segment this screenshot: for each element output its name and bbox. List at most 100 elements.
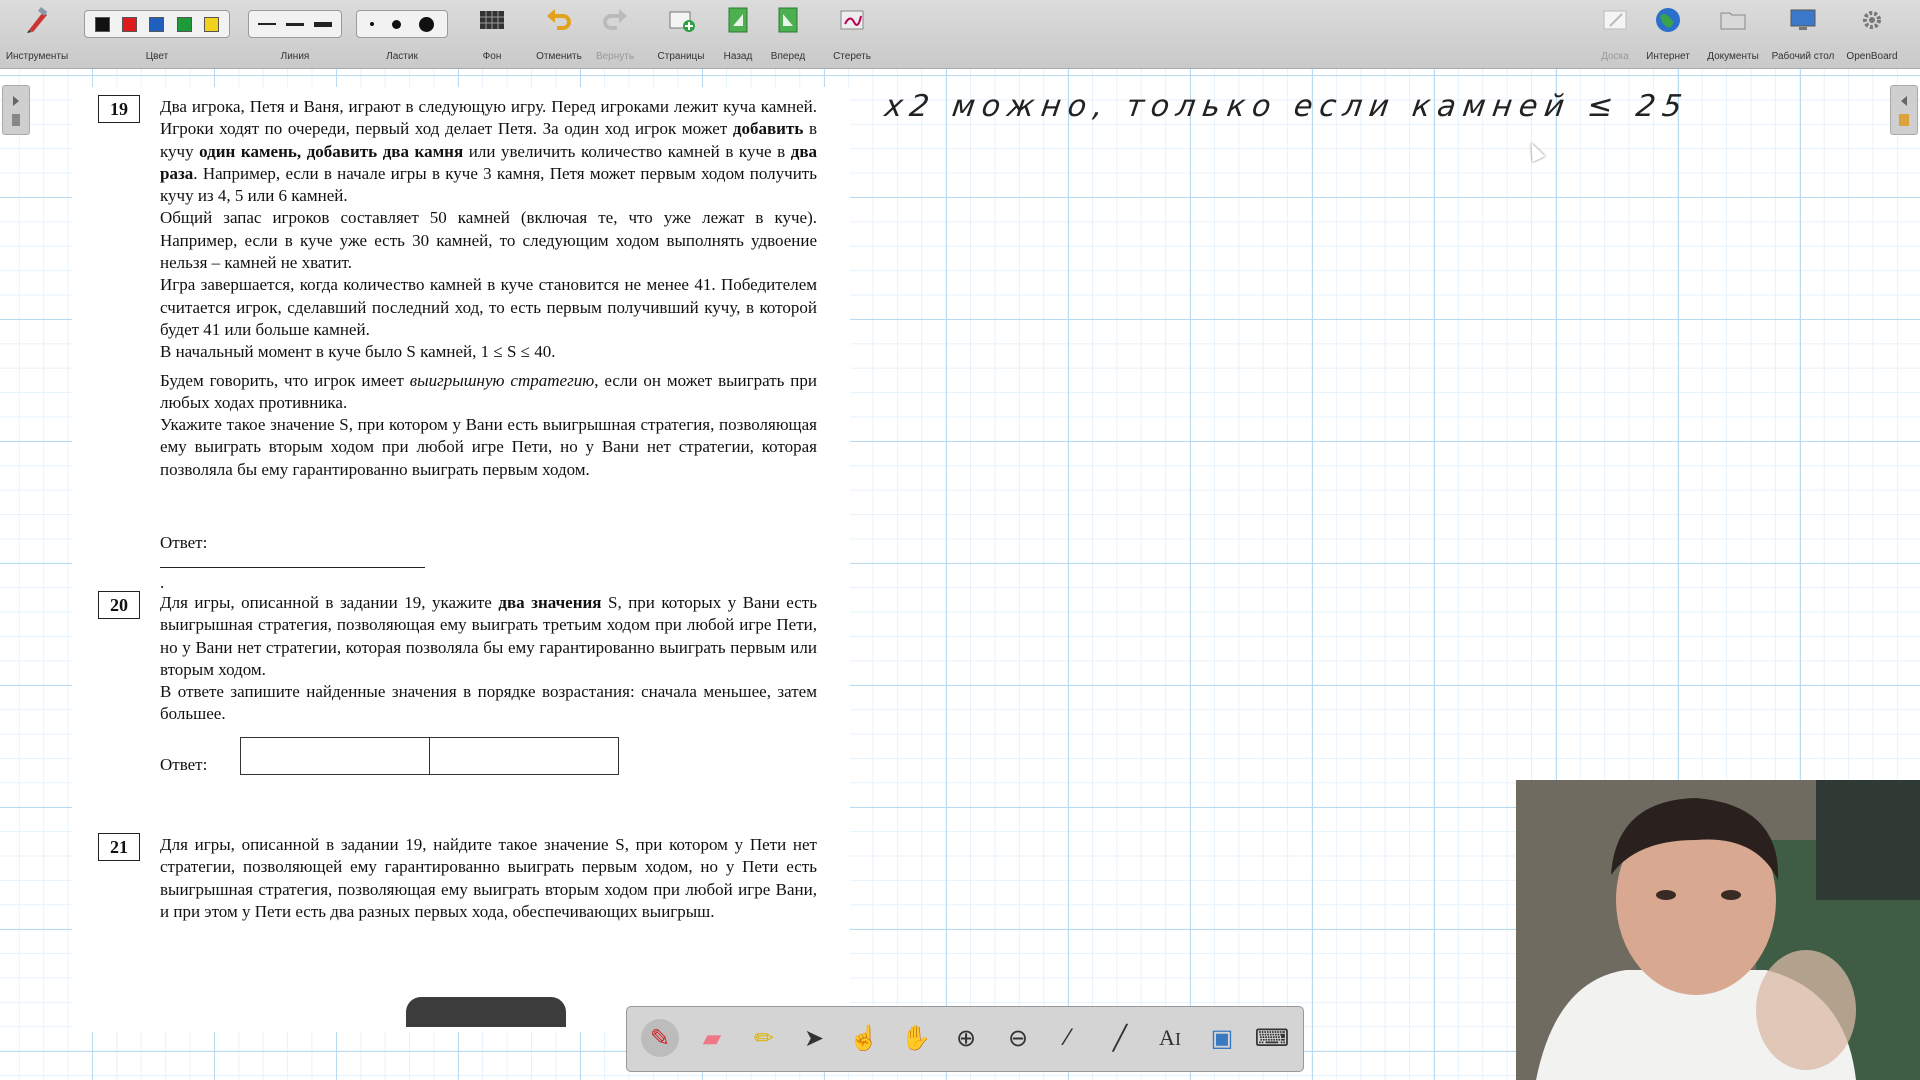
- left-panel-toggle[interactable]: [2, 85, 30, 135]
- desktop-button[interactable]: Рабочий стол: [1766, 0, 1840, 68]
- internet-button[interactable]: Интернет: [1640, 0, 1696, 68]
- openboard-button[interactable]: OpenBoard: [1842, 0, 1902, 68]
- task-20-answer-label: Ответ:: [160, 755, 208, 774]
- desktop-label: Рабочий стол: [1771, 51, 1835, 62]
- document-page: 19 Два игрока, Петя и Ваня, играют в сле…: [72, 87, 850, 1032]
- text-tool-button[interactable]: AI: [1151, 1019, 1189, 1057]
- background-label: Фон: [482, 51, 502, 62]
- pen-tools-icon: [27, 6, 48, 33]
- back-label: Назад: [723, 51, 753, 62]
- globe-icon: [1656, 8, 1680, 32]
- color-group: Цвет: [84, 0, 230, 68]
- erase-button[interactable]: Стереть: [824, 0, 880, 68]
- folder-icon: [1720, 12, 1746, 30]
- previous-page-icon: [728, 7, 748, 33]
- eraser-group: Ластик: [356, 0, 448, 68]
- redo-icon: [603, 9, 627, 30]
- forward-button[interactable]: Вперед: [766, 0, 810, 68]
- presenter-video-image: [1516, 780, 1920, 1080]
- zoom-out-button[interactable]: ⊖: [999, 1019, 1037, 1057]
- pan-tool-button[interactable]: ✋: [897, 1019, 935, 1057]
- right-panel-toggle[interactable]: [1890, 85, 1918, 135]
- handwritten-annotation: x2 можно, только если камней ≤ 25: [882, 89, 1691, 124]
- line-group: Линия: [248, 0, 342, 68]
- erase-label: Стереть: [833, 51, 871, 62]
- clear-board-icon: [840, 10, 864, 30]
- marker-tool-button[interactable]: ✏: [745, 1019, 783, 1057]
- color-palette: [84, 10, 230, 38]
- keyboard-button[interactable]: ⌨: [1253, 1019, 1291, 1057]
- undo-button[interactable]: Отменить: [530, 0, 588, 68]
- task-19-text: Два игрока, Петя и Ваня, играют в следую…: [160, 97, 818, 479]
- gear-icon: [1863, 11, 1881, 29]
- board-button[interactable]: Доска: [1594, 0, 1636, 68]
- undo-icon: [547, 9, 571, 30]
- eraser-icon: ▰: [702, 1024, 722, 1052]
- desktop-monitor-icon: [1790, 9, 1816, 30]
- task-number-19: 19: [98, 95, 140, 123]
- redo-label: Вернуть: [595, 51, 635, 62]
- keyboard-icon: ⌨: [1254, 1024, 1290, 1052]
- zoom-in-icon: ⊕: [955, 1024, 977, 1052]
- undo-label: Отменить: [536, 51, 582, 62]
- openboard-label: OpenBoard: [1846, 51, 1898, 62]
- pointing-hand-icon: ☝: [849, 1024, 879, 1052]
- task-number-20: 20: [98, 591, 140, 619]
- screen-capture-icon: ▣: [1210, 1024, 1234, 1052]
- arrow-pointer-icon: ➤: [803, 1024, 825, 1052]
- tools-button[interactable]: Инструменты: [0, 0, 74, 68]
- line-tool-button[interactable]: ╱: [1101, 1019, 1139, 1057]
- main-toolbar: Инструменты Цвет Линия Ластик Фон Отмени…: [0, 0, 1920, 69]
- zoom-out-icon: ⊖: [1007, 1024, 1029, 1052]
- documents-button[interactable]: Документы: [1702, 0, 1764, 68]
- zoom-in-button[interactable]: ⊕: [947, 1019, 985, 1057]
- line-label: Линия: [280, 51, 310, 62]
- board-label: Доска: [1601, 51, 1629, 62]
- page-navigation-pill[interactable]: [406, 997, 566, 1027]
- line-width-selector: [248, 10, 342, 38]
- eraser-size-selector: [356, 10, 448, 38]
- answer-box-2[interactable]: [429, 737, 619, 775]
- back-button[interactable]: Назад: [716, 0, 760, 68]
- color-swatch-red[interactable]: [122, 16, 138, 32]
- eraser-label: Ластик: [386, 51, 418, 62]
- line-thin-option[interactable]: [258, 23, 276, 25]
- laser-pointer-button[interactable]: ⁄: [1049, 1019, 1087, 1057]
- documents-label: Документы: [1707, 51, 1759, 62]
- answer-box-1[interactable]: [240, 737, 430, 775]
- background-button[interactable]: Фон: [470, 0, 514, 68]
- add-page-icon: [669, 11, 695, 32]
- line-icon: ╱: [1112, 1024, 1128, 1052]
- redo-button[interactable]: Вернуть: [588, 0, 642, 68]
- pages-button[interactable]: Страницы: [652, 0, 710, 68]
- background-grid-icon: [480, 11, 504, 29]
- select-tool-button[interactable]: ➤: [795, 1019, 833, 1057]
- interact-tool-button[interactable]: ☝: [845, 1019, 883, 1057]
- laser-pointer-icon: ⁄: [1065, 1024, 1070, 1051]
- chevron-right-icon: [12, 96, 20, 126]
- pen-icon: ✎: [649, 1024, 671, 1052]
- webcam-overlay: [1516, 780, 1920, 1080]
- task-20-text: Для игры, описанной в задании 19, укажит…: [160, 593, 817, 724]
- task-number-21: 21: [98, 833, 140, 861]
- forward-label: Вперед: [770, 51, 806, 62]
- color-swatch-yellow[interactable]: [203, 16, 219, 32]
- chevron-left-icon: [1899, 96, 1909, 126]
- color-swatch-black[interactable]: [95, 16, 111, 32]
- capture-tool-button[interactable]: ▣: [1203, 1019, 1241, 1057]
- eraser-large-option[interactable]: [419, 16, 434, 32]
- line-thick-option[interactable]: [314, 21, 332, 27]
- internet-label: Интернет: [1646, 51, 1690, 62]
- color-label: Цвет: [145, 51, 169, 62]
- pages-label: Страницы: [657, 51, 705, 62]
- color-swatch-blue[interactable]: [149, 16, 165, 32]
- eraser-small-option[interactable]: [370, 22, 374, 26]
- answer-line-19[interactable]: [160, 553, 425, 568]
- pen-tool-button[interactable]: ✎: [641, 1019, 679, 1057]
- color-swatch-green[interactable]: [176, 16, 192, 32]
- eraser-medium-option[interactable]: [392, 19, 401, 29]
- task-21-text: Для игры, описанной в задании 19, найдит…: [160, 835, 817, 921]
- line-medium-option[interactable]: [286, 22, 304, 26]
- next-page-icon: [778, 7, 798, 33]
- eraser-tool-button[interactable]: ▰: [693, 1019, 731, 1057]
